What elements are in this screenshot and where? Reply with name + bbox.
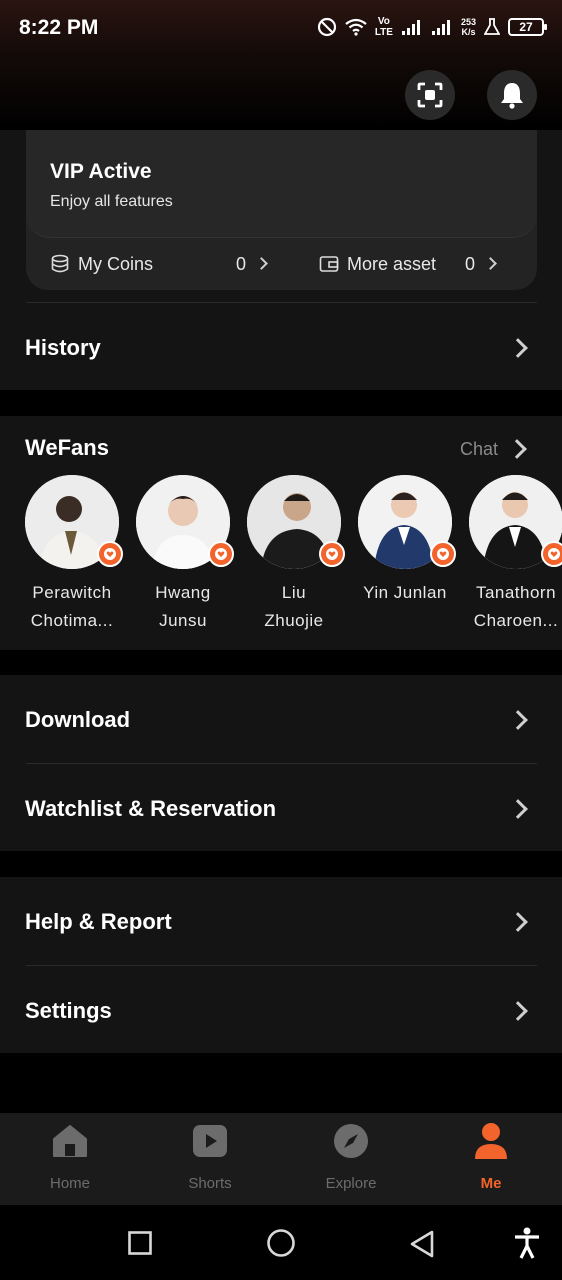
history-label[interactable]: History <box>25 335 101 361</box>
avatar <box>247 475 345 569</box>
my-coins-value: 0 <box>236 254 247 274</box>
nav-me[interactable]: Me <box>421 1113 561 1205</box>
status-time: 8:22 PM <box>19 16 99 39</box>
avatar <box>358 475 456 569</box>
fan-badge-icon <box>541 541 562 567</box>
more-asset-label: More asset <box>347 253 437 274</box>
status-icons: Vo LTE 253 K/s 27 <box>317 16 547 38</box>
wallet-icon <box>319 256 339 272</box>
fan-item[interactable]: Tanathorn Charoen... <box>460 475 562 635</box>
nav-explore-label: Explore <box>325 1175 377 1192</box>
scan-icon <box>417 82 443 108</box>
avatar <box>136 475 234 569</box>
circle-icon <box>267 1229 295 1257</box>
signal-icon <box>401 18 423 36</box>
do-not-disturb-icon <box>317 17 337 37</box>
bell-icon <box>501 83 523 109</box>
bottom-nav: Home Shorts Explore Me <box>0 1113 562 1205</box>
nav-explore[interactable]: Explore <box>281 1113 421 1205</box>
divider <box>26 763 537 764</box>
watchlist-label[interactable]: Watchlist & Reservation <box>25 796 276 822</box>
avatar <box>25 475 123 569</box>
avatar <box>469 475 562 569</box>
settings-label[interactable]: Settings <box>25 998 112 1024</box>
nav-shorts[interactable]: Shorts <box>140 1113 280 1205</box>
settings-chevron-icon[interactable] <box>508 1001 528 1021</box>
back-button[interactable] <box>408 1229 436 1264</box>
flask-icon <box>484 18 500 36</box>
nav-home-label: Home <box>49 1175 90 1192</box>
compass-icon <box>331 1121 371 1161</box>
fan-item[interactable]: Perawitch Chotima... <box>16 475 128 635</box>
system-nav-bar <box>0 1205 562 1280</box>
status-bar: 8:22 PM Vo LTE 253 K/s 27 <box>0 0 562 58</box>
notification-button[interactable] <box>487 70 537 120</box>
vip-banner[interactable]: VIP Active Enjoy all features <box>26 130 537 238</box>
coins-icon <box>51 254 69 273</box>
fan-badge-icon <box>208 541 234 567</box>
history-chevron-icon[interactable] <box>508 338 528 358</box>
recents-button[interactable] <box>128 1231 152 1260</box>
vip-title: VIP Active <box>50 160 152 183</box>
volte-indicator: Vo LTE <box>375 16 393 38</box>
chat-link[interactable]: Chat <box>460 439 498 460</box>
signal-icon-2 <box>431 18 453 36</box>
nav-me-label: Me <box>480 1175 502 1192</box>
help-chevron-icon[interactable] <box>508 912 528 932</box>
fan-name-line2: Chotima... <box>30 611 114 630</box>
play-icon <box>190 1121 230 1161</box>
back-triangle-icon <box>410 1230 434 1258</box>
fan-name-line2: Charoen... <box>473 611 559 630</box>
fan-badge-icon <box>430 541 456 567</box>
net-speed-unit: K/s <box>461 27 476 37</box>
fan-badge-icon <box>319 541 345 567</box>
more-asset-value: 0 <box>465 254 476 274</box>
accessibility-icon <box>515 1227 539 1259</box>
home-icon <box>50 1121 90 1161</box>
header <box>0 58 562 130</box>
nav-shorts-label: Shorts <box>188 1175 232 1192</box>
fan-badge-icon <box>97 541 123 567</box>
volte-line1: Vo <box>377 16 390 27</box>
nav-home[interactable]: Home <box>0 1113 140 1205</box>
net-speed-value: 253 <box>460 17 476 27</box>
divider <box>26 302 537 303</box>
fan-name-line1: Tanathorn <box>475 583 557 602</box>
fan-name-line2: Junsu <box>159 611 207 630</box>
vip-card: VIP Active Enjoy all features My Coins 0… <box>26 130 537 290</box>
support-section: Help & Report Settings <box>0 877 562 1053</box>
volte-line2: LTE <box>374 27 393 38</box>
fan-name-line2: Zhuojie <box>264 611 324 630</box>
download-chevron-icon[interactable] <box>508 710 528 730</box>
help-report-label[interactable]: Help & Report <box>25 909 172 935</box>
battery-icon: 27 <box>508 18 547 36</box>
home-button[interactable] <box>266 1228 296 1263</box>
fan-item[interactable]: Hwang Junsu <box>127 475 239 635</box>
fan-item[interactable]: Liu Zhuojie <box>238 475 350 635</box>
divider <box>26 965 537 966</box>
library-section: Download Watchlist & Reservation <box>0 675 562 851</box>
wefans-title: WeFans <box>25 435 109 460</box>
fan-name-line1: Liu <box>281 583 307 602</box>
person-icon <box>471 1121 511 1161</box>
square-icon <box>128 1231 152 1255</box>
accessibility-button[interactable] <box>513 1227 541 1264</box>
chat-chevron-icon[interactable] <box>507 439 527 459</box>
fan-name-line1: Hwang <box>155 583 211 602</box>
fan-item[interactable]: Yin Junlan <box>349 475 461 607</box>
watchlist-chevron-icon[interactable] <box>508 799 528 819</box>
fan-name-line1: Perawitch <box>32 583 112 602</box>
fan-name-line1: Yin Junlan <box>363 583 447 602</box>
net-speed: 253 K/s <box>461 17 476 37</box>
scan-button[interactable] <box>405 70 455 120</box>
download-label[interactable]: Download <box>25 707 130 733</box>
my-coins-label: My Coins <box>78 253 154 274</box>
wefans-section: WeFans Chat Perawitch Chotima... Hwang Jun… <box>0 416 562 650</box>
vip-subtitle: Enjoy all features <box>50 193 173 210</box>
wifi-icon <box>345 18 367 36</box>
account-section: VIP Active Enjoy all features My Coins 0… <box>0 130 562 390</box>
